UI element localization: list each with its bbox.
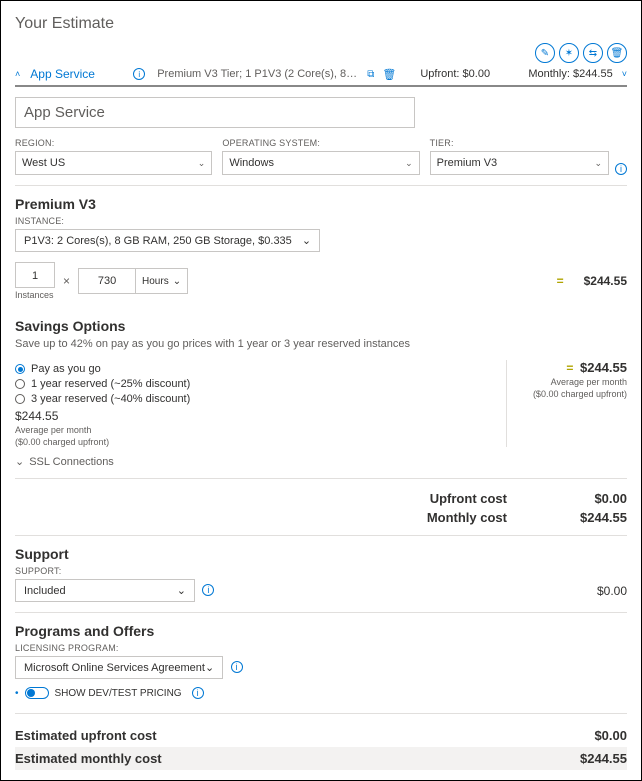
region-select[interactable]: West US⌄ [15,151,212,175]
chevron-down-icon[interactable]: ˅ [622,69,627,79]
licensing-label: Licensing Program: [15,643,627,653]
service-name: App Service [30,67,95,81]
devtest-label: SHOW DEV/TEST PRICING [55,688,182,699]
chevron-down-icon: ⌄ [205,661,214,674]
service-title-input[interactable]: App Service [15,97,415,128]
collapse-icon[interactable]: ✶ [559,43,579,63]
chevron-down-icon: ⌄ [177,584,186,597]
info-icon[interactable]: i [192,687,204,699]
region-label: Region: [15,138,212,148]
licensing-select[interactable]: Microsoft Online Services Agreement⌄ [15,656,223,679]
savings-desc: Save up to 42% on pay as you go prices w… [15,338,627,350]
trash-icon[interactable]: 🗑 [382,68,396,81]
upfront-summary: Upfront: $0.00 [420,68,490,80]
os-select[interactable]: Windows⌄ [222,151,419,175]
savings-avg-label-right: Average per month [517,377,627,387]
upfront-cost-value: $0.00 [567,491,627,506]
ssl-expand[interactable]: ⌄SSL Connections [15,455,627,468]
monthly-summary: Monthly: $244.55 [528,68,612,80]
savings-left-price: $244.55 [15,409,496,423]
service-summary-row[interactable]: ˄ App Service i Premium V3 Tier; 1 P1V3 … [15,67,627,87]
info-icon[interactable]: i [231,661,243,673]
delete-icon[interactable]: 🗑 [607,43,627,63]
duration-input[interactable]: 730 Hours⌄ [78,268,188,294]
chevron-down-icon: ⌄ [302,234,311,247]
service-desc: Premium V3 Tier; 1 P1V3 (2 Core(s), 8 GB… [157,68,357,80]
radio-3yr[interactable]: 3 year reserved (~40% discount) [15,393,496,405]
savings-upfront-note: ($0.00 charged upfront) [15,437,496,447]
est-upfront-label: Estimated upfront cost [15,728,157,743]
est-upfront-value: $0.00 [594,728,627,743]
os-label: Operating System: [222,138,419,148]
calc-price: $244.55 [584,274,627,288]
info-icon[interactable]: i [202,584,214,596]
chevron-down-icon: ⌄ [15,455,24,468]
chevron-down-icon: ⌄ [173,276,181,287]
est-monthly-value: $244.55 [580,751,627,766]
clone-icon[interactable]: ⧉ [367,69,374,80]
support-select[interactable]: Included⌄ [15,579,195,602]
radio-1yr[interactable]: 1 year reserved (~25% discount) [15,378,496,390]
support-label: Support: [15,566,627,576]
equals-icon: = [557,274,564,288]
page-title: Your Estimate [15,11,627,43]
support-title: Support [15,546,627,562]
support-price: $0.00 [597,584,627,598]
devtest-toggle[interactable] [25,687,49,699]
radio-payg[interactable]: Pay as you go [15,363,496,375]
info-icon[interactable]: i [615,163,627,175]
edit-icon[interactable]: ✎ [535,43,555,63]
plan-name: Premium V3 [15,196,627,212]
upfront-cost-label: Upfront cost [430,491,507,506]
monthly-cost-value: $244.55 [567,510,627,525]
savings-avg-label: Average per month [15,425,496,435]
multiply-icon: × [63,274,70,288]
chevron-down-icon: ⌄ [594,158,602,169]
instance-select[interactable]: P1V3: 2 Cores(s), 8 GB RAM, 250 GB Stora… [15,229,320,252]
instance-count-input[interactable]: 1 [15,262,55,288]
chevron-down-icon: ⌄ [405,158,413,169]
tier-label: Tier: [430,138,609,148]
tier-select[interactable]: Premium V3⌄ [430,151,609,175]
est-monthly-label: Estimated monthly cost [15,751,162,766]
savings-title: Savings Options [15,318,627,334]
instance-label: Instance: [15,216,627,226]
programs-title: Programs and Offers [15,623,627,639]
equals-icon: = [566,361,573,375]
monthly-cost-label: Monthly cost [427,510,507,525]
instance-count-label: Instances [15,290,55,300]
info-icon[interactable]: i [133,68,145,80]
chevron-up-icon: ˄ [15,69,20,79]
share-icon[interactable]: ⇆ [583,43,603,63]
savings-right-price: $244.55 [580,360,627,375]
chevron-down-icon: ⌄ [198,158,206,169]
savings-upfront-note-right: ($0.00 charged upfront) [517,389,627,399]
